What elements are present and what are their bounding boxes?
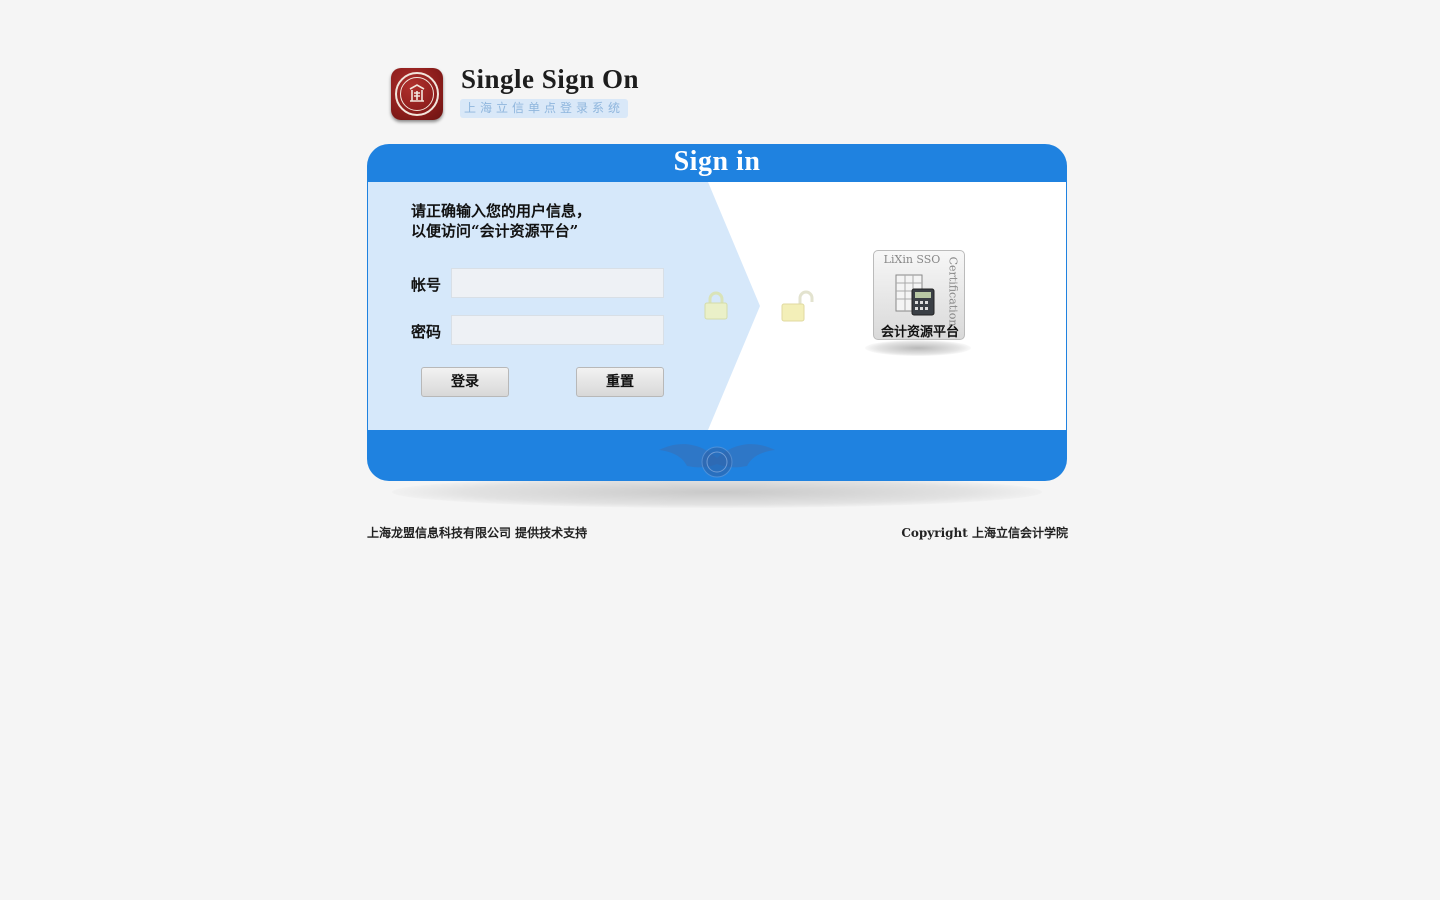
sign-in-panel: Sign in 请正确输入您的用户信息， 以便访问“会计资源平台” 帐号 密码 … [367, 144, 1067, 481]
header: Single Sign On 上海立信单点登录系统 [388, 64, 658, 124]
password-label: 密码 [411, 323, 442, 341]
login-button[interactable]: 登录 [421, 367, 509, 397]
certificate-shadow [865, 340, 971, 356]
form-area: 请正确输入您的用户信息， 以便访问“会计资源平台” 帐号 密码 登录 重置 Li… [368, 182, 1066, 430]
university-seal-icon [391, 68, 443, 120]
intro-line-1: 请正确输入您的用户信息， [411, 202, 592, 220]
account-label: 帐号 [411, 276, 442, 294]
app-subtitle: 上海立信单点登录系统 [460, 99, 629, 118]
password-input[interactable] [451, 315, 664, 345]
reset-button[interactable]: 重置 [576, 367, 664, 397]
app-title: Single Sign On [461, 64, 640, 94]
certificate-name: 会计资源平台 [880, 325, 959, 340]
footer-copyright: Copyright 上海立信会计学院 [901, 526, 1068, 540]
account-input[interactable] [451, 268, 664, 298]
winged-emblem-icon [657, 432, 777, 481]
panel-title: Sign in [673, 146, 761, 177]
intro-line-2: 以便访问“会计资源平台” [411, 222, 579, 240]
panel-body: 请正确输入您的用户信息， 以便访问“会计资源平台” 帐号 密码 登录 重置 Li… [368, 182, 1066, 430]
certificate-top-text: LiXin SSO [883, 253, 941, 266]
certificate-badge: LiXin SSO Certification 会计资源平台 [873, 250, 965, 340]
certificate-side-text: Certification [946, 256, 960, 327]
footer-support-text: 上海龙盟信息科技有限公司 提供技术支持 [367, 526, 588, 540]
intro-text: 请正确输入您的用户信息， 以便访问“会计资源平台” [411, 201, 591, 241]
